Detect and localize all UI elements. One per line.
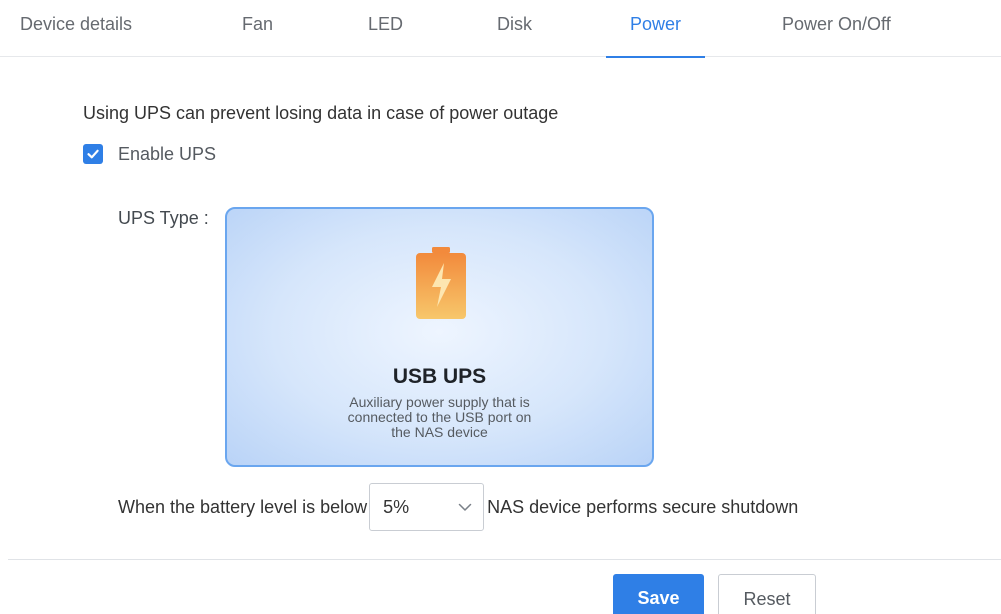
tab-power-on-off[interactable]: Power On/Off [782, 14, 891, 57]
battery-level-value: 5% [383, 496, 410, 517]
usb-ups-card[interactable]: USB UPS Auxiliary power supply that is c… [225, 207, 654, 467]
enable-ups-checkbox-row[interactable]: Enable UPS [83, 142, 216, 166]
battery-level-select[interactable]: 5% [369, 483, 485, 531]
tab-led[interactable]: LED [368, 14, 403, 57]
usb-ups-description-line: connected to the USB port on [347, 409, 532, 425]
save-button[interactable]: Save [613, 574, 704, 614]
checkmark-icon [87, 149, 99, 159]
ups-type-label: UPS Type : [118, 208, 209, 228]
tab-fan[interactable]: Fan [242, 14, 273, 57]
reset-button[interactable]: Reset [718, 574, 816, 614]
usb-ups-description-line: the NAS device [391, 424, 488, 440]
threshold-prefix-text: When the battery level is below [118, 496, 368, 517]
battery-charging-icon [416, 247, 466, 319]
chevron-down-icon [458, 503, 472, 511]
usb-ups-title: USB UPS [392, 365, 487, 388]
enable-ups-label: Enable UPS [118, 143, 217, 164]
usb-ups-description: Auxiliary power supply that is connected… [297, 395, 582, 440]
tab-device-details[interactable]: Device details [20, 14, 132, 57]
battery-threshold-row: When the battery level is below 5% NAS d… [118, 483, 798, 531]
footer-divider [8, 559, 1001, 560]
tab-disk[interactable]: Disk [497, 14, 532, 57]
tab-power[interactable]: Power [605, 14, 706, 58]
usb-ups-description-line: Auxiliary power supply that is [349, 394, 530, 410]
enable-ups-checkbox[interactable] [83, 144, 103, 164]
ups-intro-text: Using UPS can prevent losing data in cas… [83, 103, 559, 123]
tab-bar: Device details Fan LED Disk Power Power … [0, 0, 1001, 58]
threshold-suffix-text: NAS device performs secure shutdown [487, 496, 799, 517]
